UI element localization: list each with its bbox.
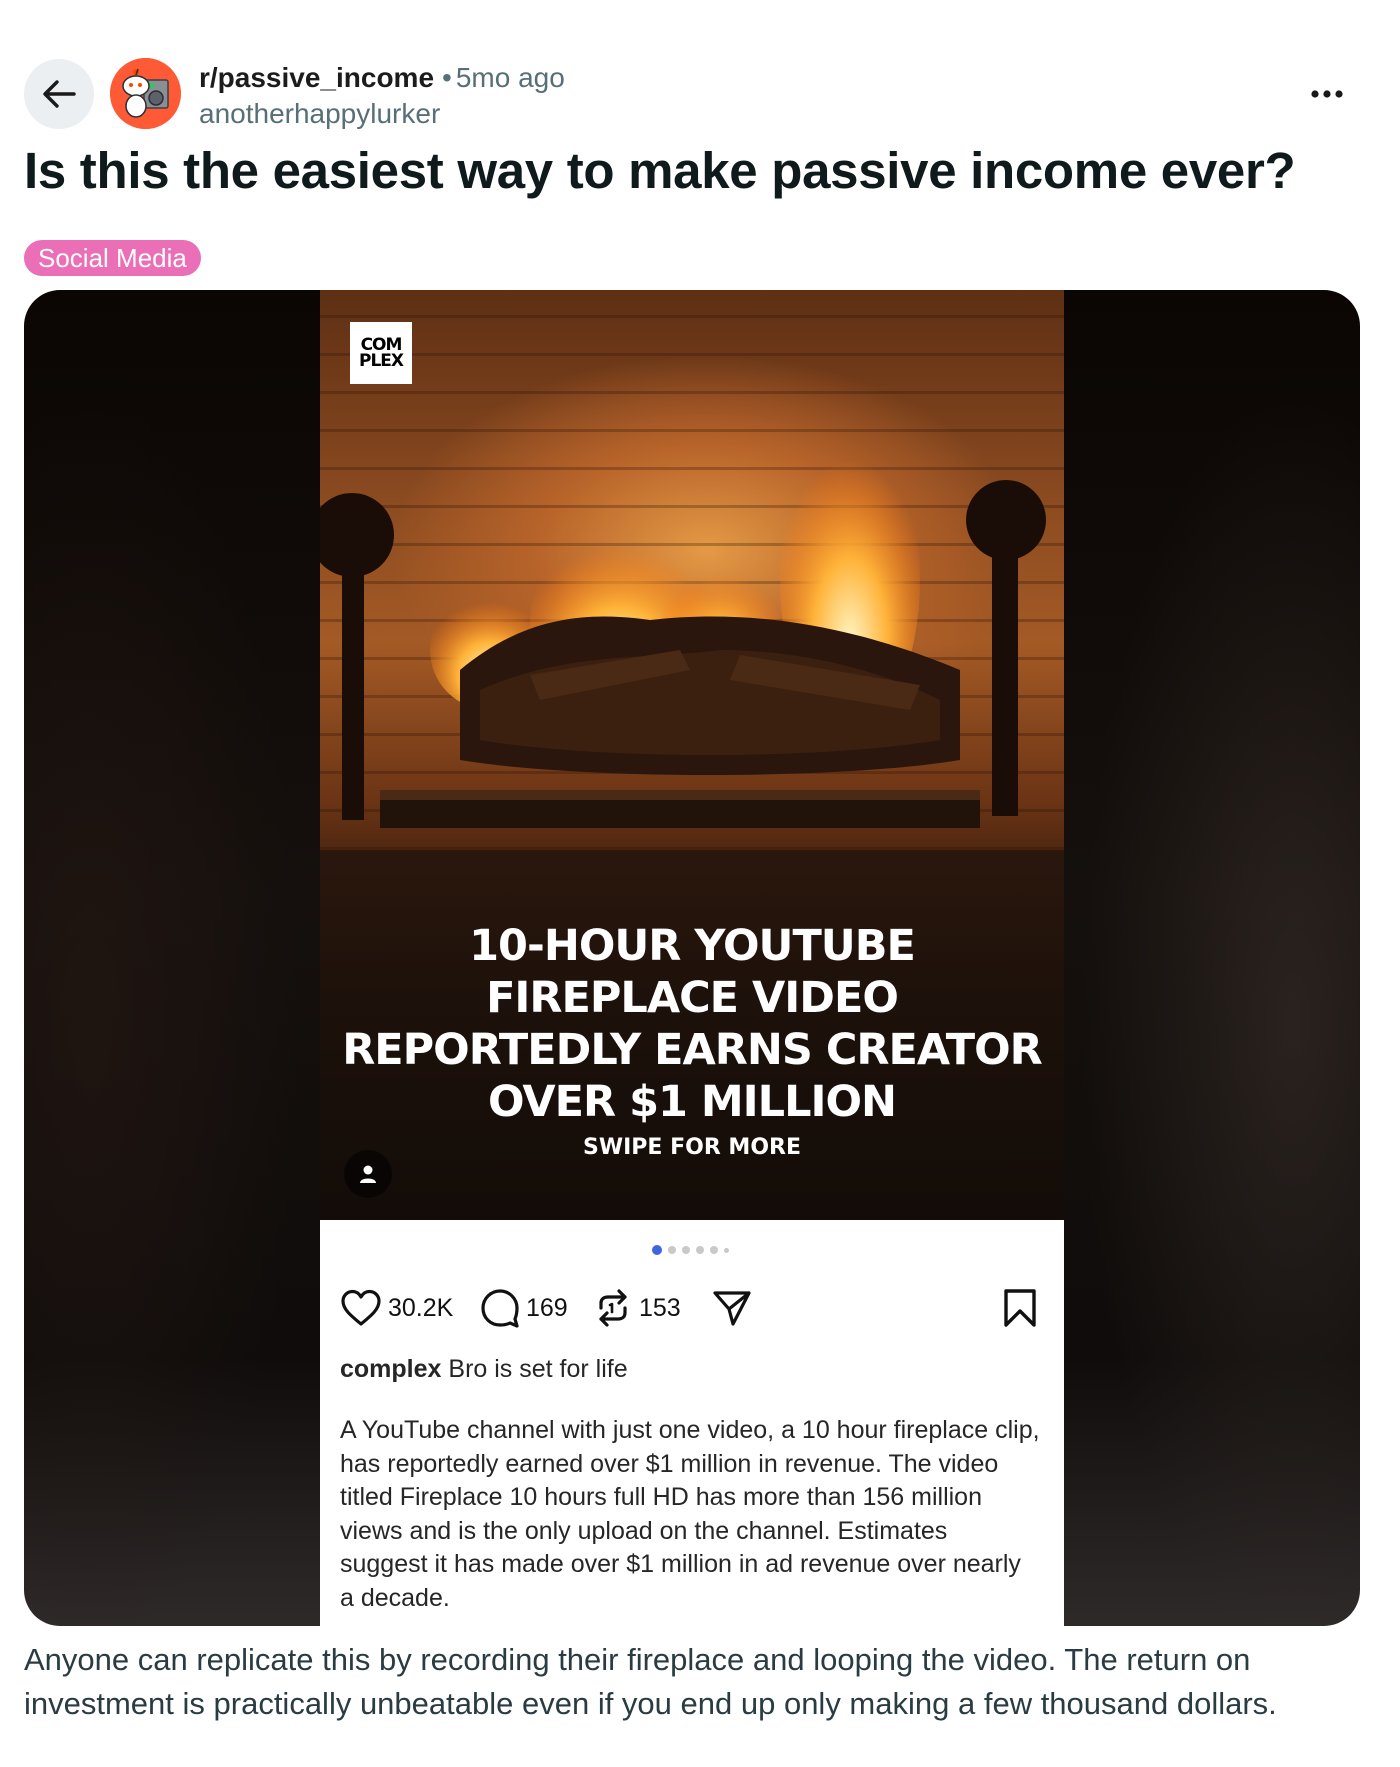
repost-count: 153 bbox=[639, 1293, 681, 1322]
media-headline: 10-HOUR YOUTUBE FIREPLACE VIDEO REPORTED… bbox=[342, 921, 1043, 1127]
person-icon bbox=[360, 1165, 376, 1183]
repost-icon bbox=[599, 1289, 627, 1327]
carousel-dot[interactable] bbox=[652, 1245, 662, 1255]
logo-line-2: PLEX bbox=[358, 351, 404, 371]
caption-username[interactable]: complex bbox=[340, 1355, 441, 1383]
carousel-dot[interactable] bbox=[682, 1246, 690, 1254]
carousel-dot[interactable] bbox=[724, 1247, 729, 1253]
snoo-avatar-icon bbox=[110, 58, 181, 129]
carousel-dot[interactable] bbox=[696, 1246, 704, 1254]
fireplace-image: COM PLEX 10-HOUR YOUTUBE FIREPLACE VIDEO… bbox=[320, 290, 1064, 1220]
post-age: 5mo ago bbox=[455, 62, 565, 93]
embedded-screenshot: COM PLEX 10-HOUR YOUTUBE FIREPLACE VIDEO… bbox=[320, 290, 1064, 1626]
subreddit-link[interactable]: r/passive_income bbox=[199, 62, 434, 93]
caption: complex Bro is set for life bbox=[340, 1353, 628, 1385]
action-bar: 30.2K 169 153 bbox=[340, 1280, 1044, 1336]
tagged-people-button[interactable] bbox=[344, 1150, 392, 1198]
send-icon bbox=[713, 1291, 751, 1326]
subreddit-avatar[interactable] bbox=[110, 58, 181, 129]
comment-count: 169 bbox=[526, 1293, 568, 1322]
post-meta: r/passive_income • 5mo ago bbox=[199, 60, 565, 96]
share-button[interactable] bbox=[712, 1280, 752, 1336]
comment-button[interactable]: 169 bbox=[480, 1280, 568, 1336]
back-button[interactable] bbox=[24, 59, 94, 129]
bookmark-icon bbox=[1004, 1289, 1036, 1327]
swipe-prompt: SWIPE FOR MORE bbox=[582, 1135, 801, 1160]
complex-logo: COM PLEX bbox=[350, 322, 412, 384]
more-options-button[interactable] bbox=[1302, 72, 1352, 116]
author-link[interactable]: anotherhappylurker bbox=[199, 96, 440, 132]
post-body: Anyone can replicate this by recording t… bbox=[24, 1642, 1277, 1721]
carousel-dot[interactable] bbox=[710, 1246, 718, 1254]
like-button[interactable]: 30.2K bbox=[340, 1280, 453, 1336]
carousel-dot[interactable] bbox=[668, 1246, 676, 1254]
heart-icon bbox=[341, 1289, 381, 1326]
arrow-left-icon bbox=[43, 80, 76, 108]
post-title: Is this the easiest way to make passive … bbox=[24, 142, 1296, 199]
meta-separator: • bbox=[442, 62, 452, 93]
more-horizontal-icon bbox=[1311, 90, 1343, 98]
comment-icon bbox=[481, 1289, 519, 1328]
post-media[interactable]: COM PLEX 10-HOUR YOUTUBE FIREPLACE VIDEO… bbox=[24, 290, 1360, 1626]
carousel-indicator bbox=[652, 1245, 729, 1255]
caption-description: A YouTube channel with just one video, a… bbox=[340, 1416, 1040, 1612]
post-flair[interactable]: Social Media bbox=[24, 240, 201, 276]
caption-text: Bro is set for life bbox=[448, 1355, 628, 1383]
like-count: 30.2K bbox=[388, 1293, 454, 1322]
save-button[interactable] bbox=[1003, 1280, 1037, 1336]
repost-button[interactable]: 153 bbox=[593, 1280, 681, 1336]
